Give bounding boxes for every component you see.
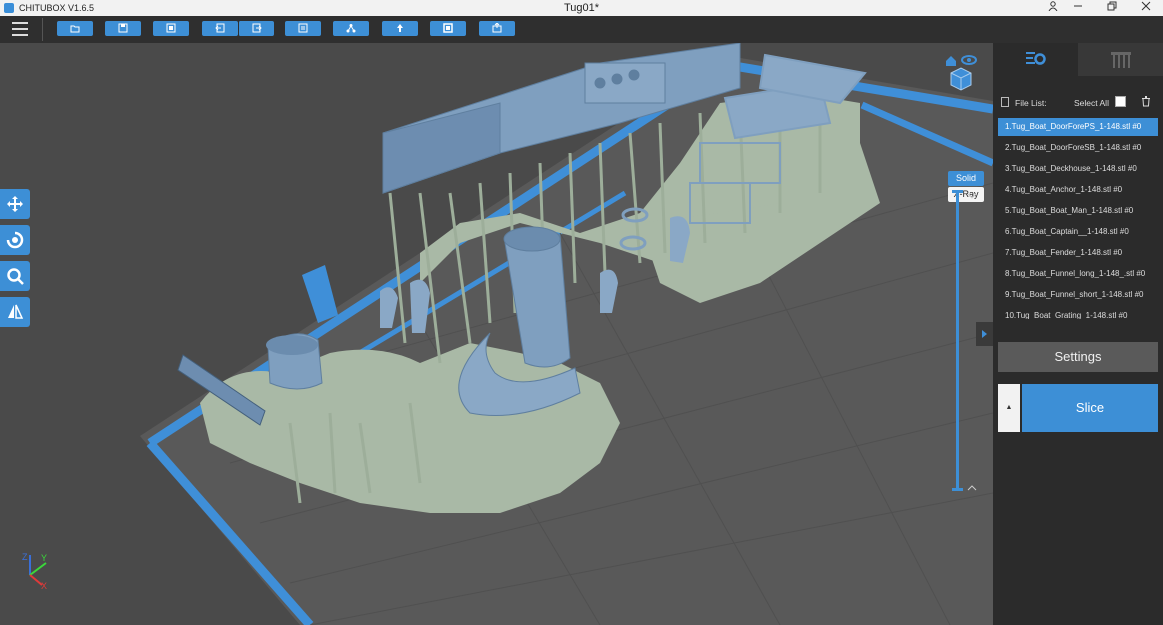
trash-icon[interactable] bbox=[1141, 96, 1151, 107]
layers-icon bbox=[298, 23, 308, 33]
rotate-icon bbox=[6, 231, 24, 249]
open-file-icon bbox=[70, 25, 80, 33]
tab-supports[interactable] bbox=[1078, 43, 1163, 76]
chevron-right-icon bbox=[982, 330, 987, 338]
redo-button[interactable] bbox=[238, 21, 274, 36]
file-list-item[interactable]: 10.Tug_Boat_Grating_1-148.stl #0 bbox=[998, 307, 1158, 319]
tab-model-settings[interactable] bbox=[993, 43, 1078, 76]
toolbar-divider bbox=[42, 18, 43, 41]
supports-icon bbox=[1111, 52, 1131, 68]
file-list-item[interactable]: 5.Tug_Boat_Boat_Man_1-148.stl #0 bbox=[998, 202, 1158, 220]
file-list-item[interactable]: 9.Tug_Boat_Funnel_short_1-148.stl #0 bbox=[998, 286, 1158, 304]
add-model-icon bbox=[492, 23, 502, 33]
layer-slider[interactable] bbox=[956, 193, 959, 488]
import-icon bbox=[166, 23, 176, 33]
slice-options-toggle[interactable]: ▲ bbox=[998, 384, 1020, 432]
chevron-down-icon[interactable] bbox=[967, 193, 977, 201]
file-list-item[interactable]: 2.Tug_Boat_DoorForeSB_1-148.stl #0 bbox=[998, 139, 1158, 157]
add-model-button[interactable] bbox=[479, 21, 515, 36]
import-button[interactable] bbox=[153, 21, 189, 36]
hollow-button[interactable] bbox=[430, 21, 466, 36]
slice-button[interactable]: Slice bbox=[1022, 384, 1158, 432]
zoom-icon bbox=[7, 268, 24, 285]
save-button[interactable] bbox=[105, 21, 141, 36]
file-list-label: File List: bbox=[1015, 98, 1047, 108]
menu-icon[interactable] bbox=[12, 22, 28, 36]
minimize-icon[interactable] bbox=[1063, 1, 1093, 15]
restore-icon[interactable] bbox=[1097, 1, 1127, 15]
file-list-item[interactable]: 6.Tug_Boat_Captain__1-148.stl #0 bbox=[998, 223, 1158, 241]
title-bar: CHITUBOX V1.6.5 Tug01* bbox=[0, 0, 1163, 16]
select-all-label: Select All bbox=[1074, 98, 1109, 108]
layer-slider-bottom-handle[interactable] bbox=[952, 488, 963, 491]
view-cube-icon[interactable] bbox=[943, 53, 979, 93]
file-list-item[interactable]: 3.Tug_Boat_Deckhouse_1-148.stl #0 bbox=[998, 160, 1158, 178]
panel-collapse-handle[interactable] bbox=[976, 322, 993, 346]
mirror-tool-button[interactable] bbox=[0, 297, 30, 327]
settings-button[interactable]: Settings bbox=[998, 342, 1158, 372]
panel-tabs bbox=[993, 43, 1163, 76]
close-icon[interactable] bbox=[1131, 1, 1161, 15]
axis-z-label: Z bbox=[22, 552, 28, 562]
document-title: Tug01* bbox=[563, 2, 600, 14]
layers-button[interactable] bbox=[285, 21, 321, 36]
toolbar bbox=[0, 16, 1163, 43]
file-list-item[interactable]: 8.Tug_Boat_Funnel_long_1-148_.stl #0 bbox=[998, 265, 1158, 283]
save-icon bbox=[118, 23, 128, 33]
support-icon bbox=[397, 24, 403, 32]
3d-viewport[interactable]: Z Y X Solid X-Ray bbox=[0, 43, 993, 625]
network-button[interactable] bbox=[333, 21, 369, 36]
right-panel: File List: Select All 1.Tug_Boat_DoorFor… bbox=[993, 43, 1163, 625]
select-all-checkbox[interactable] bbox=[1115, 96, 1126, 107]
support-button[interactable] bbox=[382, 21, 418, 36]
open-file-button[interactable] bbox=[57, 21, 93, 36]
file-list-item[interactable]: 4.Tug_Boat_Anchor_1-148.stl #0 bbox=[998, 181, 1158, 199]
scale-tool-button[interactable] bbox=[0, 261, 30, 291]
hollow-icon bbox=[443, 23, 453, 33]
file-list-item[interactable]: 1.Tug_Boat_DoorForePS_1-148.stl #0 bbox=[998, 118, 1158, 136]
build-plate-scene[interactable]: Z Y X bbox=[0, 43, 993, 625]
file-icon bbox=[1001, 97, 1009, 107]
axis-x-label: X bbox=[41, 581, 47, 591]
network-icon bbox=[346, 24, 356, 33]
redo-icon bbox=[252, 23, 262, 33]
chevron-up-icon[interactable] bbox=[967, 483, 977, 491]
solid-view-button[interactable]: Solid bbox=[948, 171, 984, 186]
rotate-tool-button[interactable] bbox=[0, 225, 30, 255]
grating-model bbox=[302, 265, 338, 323]
move-tool-button[interactable] bbox=[0, 189, 30, 219]
file-list[interactable]: 1.Tug_Boat_DoorForePS_1-148.stl #0 2.Tug… bbox=[997, 116, 1159, 319]
move-icon bbox=[7, 196, 23, 212]
tub-model bbox=[266, 333, 323, 390]
undo-button[interactable] bbox=[202, 21, 238, 36]
file-list-item[interactable]: 7.Tug_Boat_Fender_1-148.stl #0 bbox=[998, 244, 1158, 262]
axis-y-label: Y bbox=[41, 553, 47, 563]
undo-icon bbox=[215, 23, 225, 33]
model-settings-icon bbox=[1026, 52, 1046, 65]
mirror-icon bbox=[8, 304, 24, 319]
file-list-header: File List: Select All bbox=[1001, 96, 1157, 110]
